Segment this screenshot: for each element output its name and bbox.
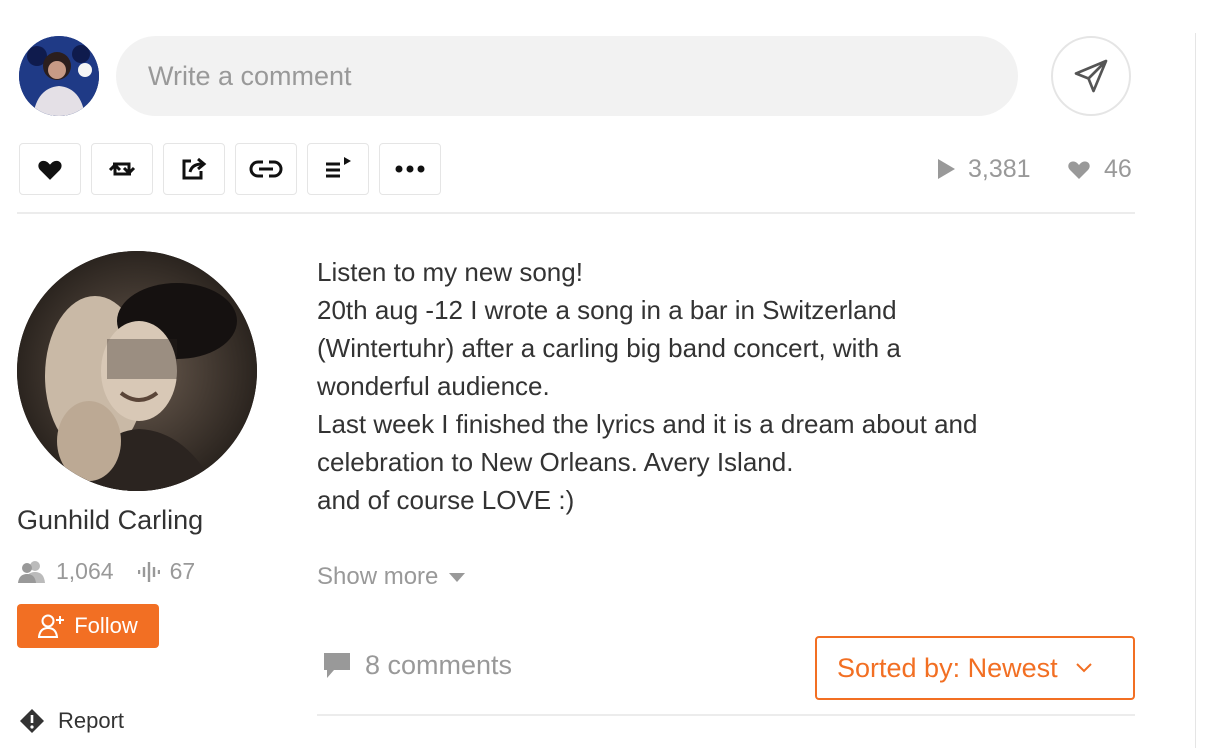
description-line: celebration to New Orleans. Avery Island… [317, 447, 794, 477]
copy-link-button[interactable] [235, 143, 297, 195]
heart-icon [38, 160, 62, 180]
sort-dropdown[interactable]: Sorted by: Newest [815, 636, 1135, 700]
show-more-label: Show more [317, 563, 439, 590]
send-comment-button[interactable] [1051, 36, 1131, 116]
report-icon [20, 709, 44, 733]
like-count-value: 46 [1104, 154, 1132, 183]
add-to-next-up-button[interactable] [307, 143, 369, 195]
caret-down-icon [449, 573, 466, 582]
description-line: and of course LOVE :) [317, 485, 575, 515]
follower-count[interactable]: 1,064 [56, 558, 114, 585]
more-icon [395, 165, 425, 173]
report-link[interactable]: Report [19, 708, 124, 734]
comments-count: 8 comments [322, 650, 512, 681]
comment-input[interactable] [116, 36, 1018, 116]
queue-icon [326, 157, 351, 178]
track-description: Listen to my new song! 20th aug -12 I wr… [317, 253, 1117, 521]
follow-label: Follow [74, 613, 138, 638]
show-more-button[interactable]: Show more [317, 563, 466, 591]
tracks-icon [137, 561, 160, 582]
user-avatar[interactable] [19, 36, 99, 116]
report-label: Report [58, 708, 125, 733]
play-count: 3,381 [936, 150, 1031, 188]
link-icon [249, 160, 283, 178]
comments-count-label: 8 comments [365, 650, 513, 680]
add-user-icon [38, 614, 65, 638]
description-fade [317, 517, 1117, 533]
uploader-stats: 1,064 67 [17, 558, 195, 585]
followers-icon [18, 560, 45, 583]
column-divider [1195, 33, 1196, 748]
divider [317, 714, 1135, 716]
uploader-name[interactable]: Gunhild Carling [17, 505, 203, 536]
send-icon [1074, 59, 1108, 93]
description-line: (Wintertuhr) after a carling big band co… [317, 333, 901, 363]
description-line: Listen to my new song! [317, 257, 583, 287]
share-icon [182, 157, 207, 180]
like-count: 46 [1066, 150, 1132, 188]
description-line: 20th aug -12 I wrote a song in a bar in … [317, 295, 897, 325]
repost-icon [108, 162, 136, 176]
sort-label: Sorted by: Newest [837, 652, 1058, 683]
uploader-avatar-image [17, 251, 257, 491]
comment-icon [324, 652, 350, 678]
description-line: Last week I finished the lyrics and it i… [317, 409, 978, 439]
follow-button[interactable]: Follow [17, 604, 159, 648]
description-line: wonderful audience. [317, 371, 550, 401]
repost-button[interactable] [91, 143, 153, 195]
share-button[interactable] [163, 143, 225, 195]
chevron-down-icon [1075, 663, 1092, 673]
play-count-value: 3,381 [968, 154, 1031, 183]
play-icon [938, 159, 955, 179]
track-count[interactable]: 67 [170, 558, 196, 585]
more-button[interactable] [379, 143, 441, 195]
divider [17, 212, 1135, 214]
like-button[interactable] [19, 143, 81, 195]
user-avatar-image [19, 36, 99, 116]
heart-icon [1068, 161, 1090, 179]
uploader-avatar[interactable] [17, 251, 257, 491]
